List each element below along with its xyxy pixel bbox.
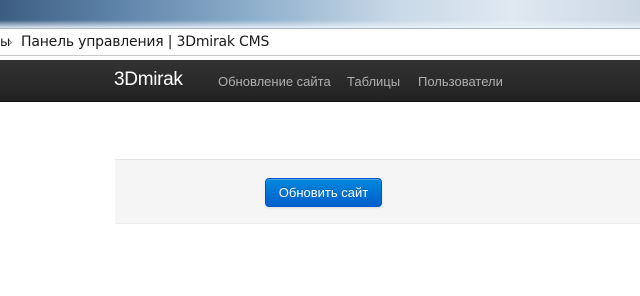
window-chrome [0, 0, 640, 28]
brand-logo-link[interactable]: 3Dmirak [114, 69, 183, 91]
breadcrumb-separator-icon: › [8, 35, 13, 49]
nav-item-tables[interactable]: Таблицы [347, 74, 400, 89]
top-navbar: 3Dmirak Обновление сайта Таблицы Пользов… [0, 60, 640, 102]
update-site-button[interactable]: Обновить сайт [265, 178, 382, 207]
title-bar: ы › Панель управления | 3Dmirak CMS [0, 28, 640, 56]
content-well: Обновить сайт [115, 159, 640, 224]
browser-window: ы › Панель управления | 3Dmirak CMS 3Dmi… [0, 0, 640, 296]
nav-item-site-update[interactable]: Обновление сайта [218, 74, 331, 89]
page-title: Панель управления | 3Dmirak CMS [21, 34, 270, 50]
nav-item-users[interactable]: Пользователи [418, 74, 503, 89]
